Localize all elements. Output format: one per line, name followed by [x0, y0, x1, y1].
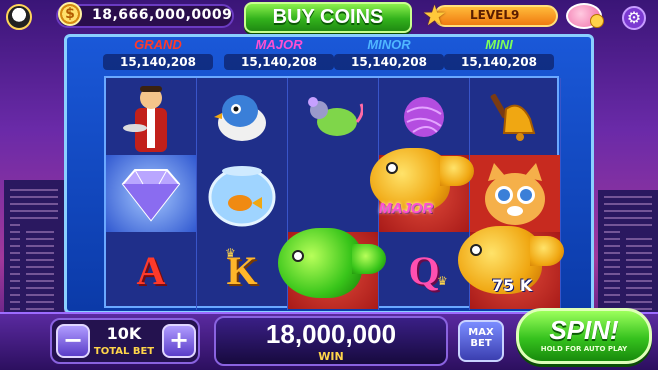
crown-icon: ♛ [437, 274, 448, 288]
diamond-icon [106, 155, 196, 232]
letter-q-symbol: ♛ Q [379, 232, 469, 309]
jackpot-value: 15,140,208 [444, 54, 554, 70]
spin-button[interactable]: SPIN! HOLD FOR AUTO PLAY [516, 308, 652, 364]
total-bet-label: TOTAL BET [93, 346, 155, 357]
jackpot-minor: MINOR 15,140,208 [334, 38, 444, 70]
jackpot-grand: GRAND 15,140,208 [103, 38, 213, 70]
top-bar: $ 18,666,000,0009 BUY COINS ★ LEVEL9 ⚙ [0, 0, 658, 34]
win-value: 18,000,000 [265, 319, 397, 349]
spin-label: SPIN! [549, 315, 619, 345]
symbol-a: A [136, 248, 166, 293]
kitten-icon [470, 155, 560, 232]
reel-column: A [106, 78, 197, 310]
star-icon: ★ [422, 0, 448, 32]
win-label: WIN [318, 350, 344, 363]
yarn-ball-icon [379, 78, 469, 155]
jackpot-mini: MINI 15,140,208 [444, 38, 554, 70]
max-bet-label-bottom: BET [470, 338, 492, 349]
symbol-q: Q [408, 248, 440, 293]
win-amount-tag: 75 K [492, 276, 533, 295]
bird-icon [197, 78, 287, 155]
letter-k-symbol: ♛ K [197, 232, 287, 309]
panda-avatar-icon[interactable] [6, 4, 32, 30]
jackpot-name: MAJOR [255, 37, 303, 52]
jackpot-value: 15,140,208 [103, 54, 213, 70]
fish-tail [440, 156, 474, 186]
fish-tail [530, 236, 564, 266]
jackpot-value: 15,140,208 [224, 54, 334, 70]
level-label: LEVEL9 [470, 8, 520, 22]
major-tag: MAJOR [379, 200, 434, 217]
fish-eye [386, 162, 398, 174]
buy-coins-button[interactable]: BUY COINS [244, 2, 412, 33]
crown-icon: ♛ [225, 246, 236, 260]
fish-eye [292, 250, 304, 262]
green-fish-icon [278, 228, 362, 298]
empty-cell [288, 155, 378, 232]
fishbowl-icon [197, 155, 287, 232]
decrease-bet-button[interactable]: − [56, 324, 90, 358]
spin-hint: HOLD FOR AUTO PLAY [540, 345, 628, 353]
total-bet-value: 10K [106, 324, 142, 343]
jackpot-major: MAJOR 15,140,208 [224, 38, 334, 70]
coin-icon: $ [58, 2, 82, 26]
jackpot-value: 15,140,208 [334, 54, 444, 70]
fish-eye [470, 244, 482, 256]
letter-a-symbol: A [106, 232, 196, 309]
bell-icon [470, 78, 560, 155]
jackpot-name: MINOR [367, 37, 411, 52]
gear-icon[interactable]: ⚙ [622, 6, 646, 30]
butler-icon [106, 78, 196, 155]
jackpot-name: MINI [485, 37, 513, 52]
jackpot-name: GRAND [134, 37, 182, 52]
piggy-coin-icon [590, 14, 604, 28]
max-bet-label-top: MAX [468, 327, 494, 338]
slot-game-screen: $ 18,666,000,0009 BUY COINS ★ LEVEL9 ⚙ G… [0, 0, 658, 370]
coin-balance: 18,666,000,0009 [92, 7, 233, 23]
mouse-icon [288, 78, 378, 155]
fish-tail [352, 244, 386, 274]
max-bet-button[interactable]: MAX BET [458, 320, 504, 362]
reel-column: ♛ K [197, 78, 288, 310]
increase-bet-button[interactable]: + [162, 324, 196, 358]
